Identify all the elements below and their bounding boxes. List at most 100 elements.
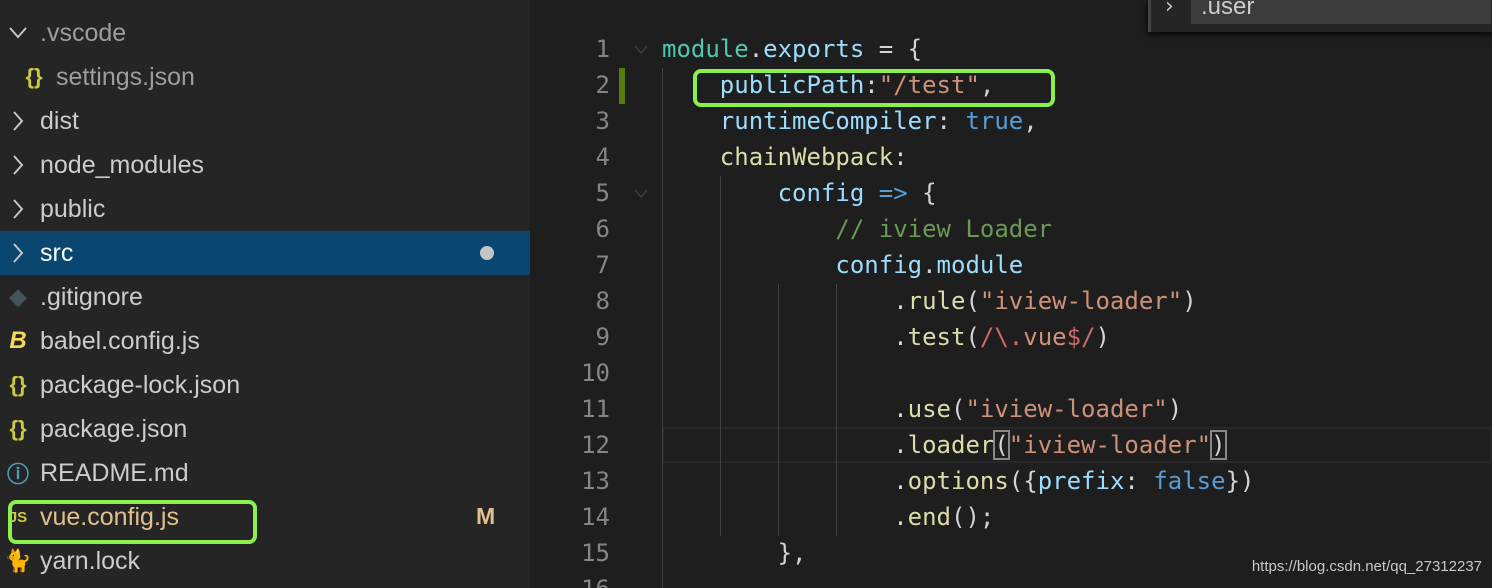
code-line[interactable]: 8 .rule("iview-loader") [530,283,1492,319]
code-line[interactable]: 14 .end(); [530,499,1492,535]
find-input[interactable]: .user [1191,0,1491,24]
code-text: .loader("iview-loader") [662,427,1227,463]
code-token: "iview-loader" [965,395,1168,423]
code-token: ) [1167,395,1183,423]
code-text: .test(/\.vue$/) [662,319,1110,355]
code-token: => [878,179,908,207]
explorer-item-label: .vscode [40,18,127,47]
explorer-item[interactable]: {} settings.json [0,55,530,99]
code-token: "/test" [878,71,980,99]
code-token: "iview-loader" [1008,431,1212,459]
explorer-item[interactable]: Bbabel.config.js [0,319,530,363]
babel-icon: B [9,327,27,354]
explorer-item-label: package-lock.json [40,370,241,399]
explorer-item[interactable]: .vscode [0,11,530,55]
code-token: ( [965,323,980,351]
code-token: publicPath [719,71,865,99]
code-text: module.exports = { [662,31,922,67]
code-line[interactable]: 1 module.exports = { [530,31,1492,67]
code-text: publicPath:"/test", [662,67,995,103]
explorer-item[interactable]: JS vue.config.js M [0,495,530,539]
code-token: . [893,287,908,315]
code-token: . [922,251,937,279]
code-token: . [893,467,908,495]
code-token: . [893,323,908,351]
explorer-item[interactable]: dist [0,99,530,143]
git-diamond-icon: ◆ [9,284,27,309]
explorer-item[interactable]: {} package.json [0,407,530,451]
fold-chevron-icon[interactable] [630,175,652,211]
code-text: }, [662,535,807,571]
explorer-item[interactable]: {} package-lock.json [0,363,530,407]
line-number: 11 [581,395,610,423]
code-token: , [979,71,995,99]
chevron-right-icon [0,243,36,263]
code-token: runtimeCompiler [719,107,937,135]
line-number: 10 [581,359,610,387]
code-text: config.module [662,247,1023,283]
line-number: 12 [581,431,610,459]
code-line[interactable]: 13 .options({prefix: false}) [530,463,1492,499]
watermark: https://blog.csdn.net/qq_27312237 [1251,558,1482,575]
line-number: 6 [595,215,610,243]
explorer-item[interactable]: ◆ .gitignore [0,275,530,319]
code-line[interactable]: 2 publicPath:"/test", [530,67,1492,103]
code-token: }) [1225,467,1255,495]
explorer-item[interactable]: ⓘ README.md [0,451,530,495]
code-line[interactable]: 5 config => { [530,175,1492,211]
code-editor[interactable]: 1 module.exports = {2 publicPath:"/test",… [530,0,1492,588]
code-line[interactable]: 6 // iview Loader [530,211,1492,247]
code-token: module [936,251,1024,279]
code-token: ( [951,395,966,423]
code-line[interactable]: 9 .test(/\.vue$/) [530,319,1492,355]
code-text: config => { [662,175,937,211]
line-number: 1 [595,35,610,63]
code-token: ( [965,287,980,315]
code-line[interactable]: 4 chainWebpack: [530,139,1492,175]
explorer-item[interactable]: node_modules [0,143,530,187]
explorer-item[interactable]: 🐈 yarn.lock [0,539,530,583]
code-token: module [662,35,749,63]
code-token: config [777,179,865,207]
explorer-item-label: .gitignore [40,282,143,311]
explorer-item-label: package.json [40,414,188,443]
braces-icon: {} [25,64,43,89]
code-line[interactable]: 7 config.module [530,247,1492,283]
explorer-item[interactable]: src [0,231,530,275]
code-line[interactable]: 10 [530,355,1492,391]
line-number: 9 [595,323,610,351]
line-number: 3 [595,107,610,135]
code-token: rule [907,287,966,315]
fold-chevron-icon[interactable] [630,31,652,67]
code-token: loader [907,431,995,459]
explorer-item-label: babel.config.js [40,326,200,355]
code-token: : [893,143,908,171]
code-token: . [748,35,764,63]
code-line[interactable]: 11 .use("iview-loader") [530,391,1492,427]
explorer-item-label: node_modules [40,150,205,179]
code-text: .rule("iview-loader") [662,283,1196,319]
code-token: ) [1210,430,1227,460]
line-number: 5 [595,179,610,207]
chevron-right-icon[interactable]: › [1165,0,1174,19]
find-widget: › .user [1148,0,1492,32]
explorer-item-label: public [40,194,106,223]
code-token: : [936,107,966,135]
code-line[interactable]: 12 .loader("iview-loader") [530,427,1492,463]
line-number: 4 [595,143,610,171]
line-number: 8 [595,287,610,315]
explorer-item-label: src [40,238,74,267]
explorer-item-label: README.md [40,458,189,487]
code-line[interactable]: 3 runtimeCompiler: true, [530,103,1492,139]
code-token: options [907,467,1009,495]
code-text: .end(); [662,499,994,535]
chevron-down-icon [0,27,36,39]
chevron-right-icon [0,111,36,131]
explorer-item[interactable]: public [0,187,530,231]
